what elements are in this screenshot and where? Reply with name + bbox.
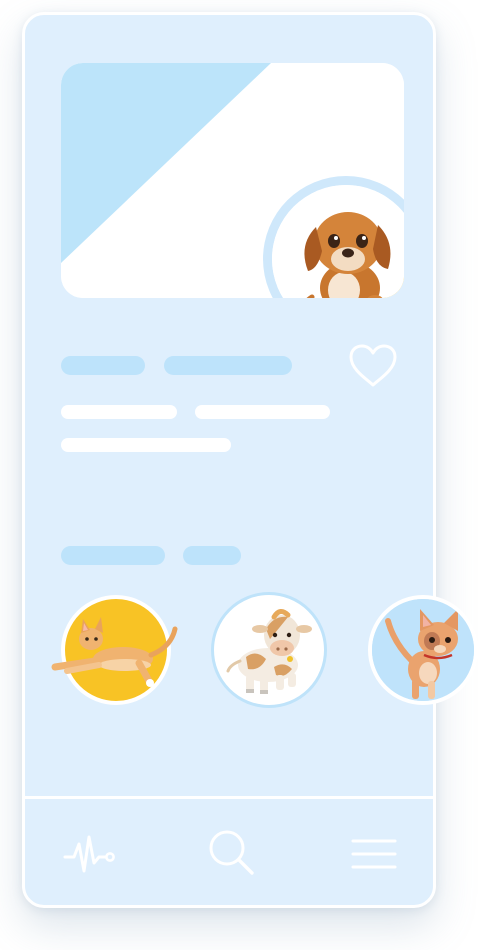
description-placeholder-2 [195,405,330,419]
menu-icon[interactable] [351,837,397,871]
title-placeholder-1 [61,356,145,375]
tab-bar-divider [25,796,433,799]
description-placeholder-1 [61,405,177,419]
cat-standing-icon [372,599,474,701]
cat-standing-avatar-clip [372,599,474,701]
description-placeholder-3 [61,438,231,452]
featured-card[interactable] [61,63,404,298]
section-title-placeholder-2 [183,546,241,565]
section-title-placeholder-1 [61,546,165,565]
search-icon[interactable] [206,827,258,879]
cat-lying-icon [51,617,178,687]
pet-item-cat-lying[interactable] [51,595,178,705]
phone-screen [22,12,478,908]
pet-item-cat-standing[interactable] [368,595,478,705]
title-placeholder-2 [164,356,292,375]
pet-item-cow[interactable] [214,595,324,705]
activity-pulse-icon[interactable] [62,827,116,881]
cow-icon [218,599,320,701]
heart-icon[interactable] [348,343,398,389]
cow-avatar-clip [218,599,320,701]
